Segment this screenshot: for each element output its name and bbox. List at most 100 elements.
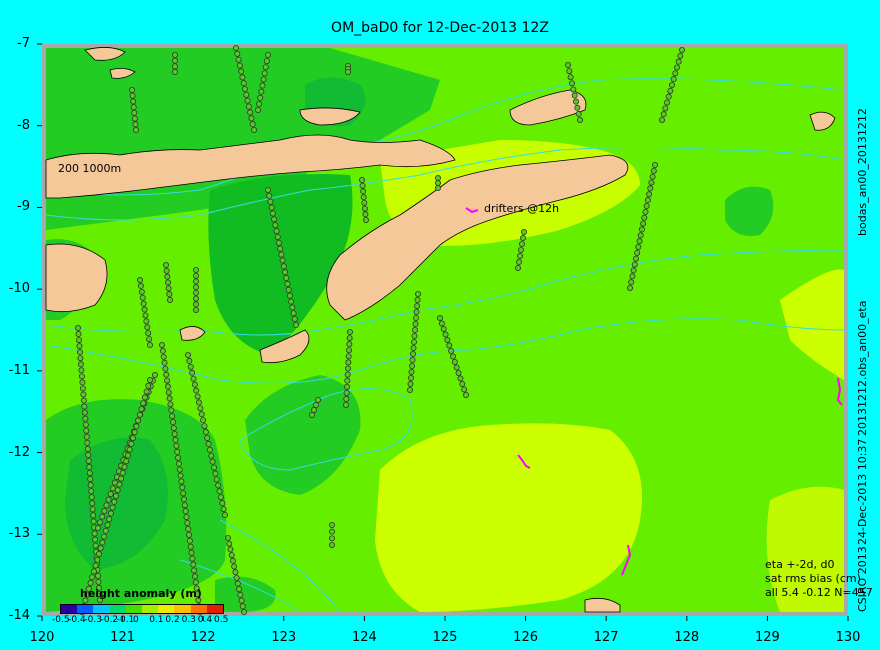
observation-point xyxy=(310,406,317,413)
observation-point xyxy=(232,569,239,576)
y-tick-label: -12 xyxy=(8,444,30,460)
observation-point xyxy=(240,609,247,616)
observation-point xyxy=(636,238,643,245)
observation-point xyxy=(80,397,87,404)
observation-point xyxy=(145,382,152,389)
observation-point xyxy=(76,349,83,356)
observation-point xyxy=(345,359,352,366)
observation-point xyxy=(81,403,88,410)
observation-point xyxy=(92,542,99,549)
observation-point xyxy=(175,454,182,461)
stats-line3: all 5.4 -0.12 N=457 xyxy=(765,586,873,599)
observation-point xyxy=(237,591,244,598)
observation-point xyxy=(262,64,269,71)
observation-point xyxy=(129,92,136,99)
y-tick-label: -7 xyxy=(17,36,30,51)
observation-point xyxy=(640,220,647,227)
x-tick-label: 124 xyxy=(351,630,377,645)
observation-point xyxy=(142,312,149,319)
observation-point xyxy=(250,127,257,134)
y-tick-label: -8 xyxy=(17,117,30,133)
observation-point xyxy=(647,185,654,192)
observation-point xyxy=(90,518,97,525)
observation-point xyxy=(277,245,284,252)
observation-point xyxy=(131,429,138,436)
isobath-label: 200 1000m xyxy=(58,162,122,175)
observation-point xyxy=(124,452,131,459)
observation-point xyxy=(308,411,315,418)
observation-point xyxy=(279,257,286,264)
colorbar-tick-label: 0.2 xyxy=(165,615,180,625)
observation-point xyxy=(283,275,290,282)
observation-point xyxy=(85,457,92,464)
observation-point xyxy=(268,204,275,211)
colorbar-segment xyxy=(174,605,191,613)
observation-point xyxy=(343,395,350,402)
observation-point xyxy=(410,338,417,345)
observation-point xyxy=(675,58,682,65)
observation-point xyxy=(665,93,672,100)
observation-point xyxy=(238,68,245,75)
observation-point xyxy=(328,542,335,549)
observation-point xyxy=(123,458,130,465)
observation-point xyxy=(409,356,416,363)
observation-point xyxy=(444,336,451,343)
observation-point xyxy=(638,226,645,233)
observation-point xyxy=(409,350,416,357)
observation-point xyxy=(434,174,441,181)
observation-point xyxy=(192,278,199,285)
observation-point xyxy=(176,466,183,473)
observation-point xyxy=(273,228,280,235)
observation-point xyxy=(116,481,123,488)
observation-point xyxy=(344,377,351,384)
observation-point xyxy=(628,279,635,286)
observation-point xyxy=(184,351,191,358)
observation-point xyxy=(291,316,298,323)
observation-point xyxy=(212,470,219,477)
observation-point xyxy=(264,52,271,59)
observation-point xyxy=(266,192,273,199)
observation-point xyxy=(434,184,441,191)
observation-point xyxy=(567,74,574,81)
x-tick-label: 122 xyxy=(190,630,216,645)
observation-point xyxy=(191,573,198,580)
observation-point xyxy=(202,429,209,436)
observation-point xyxy=(414,296,421,303)
observation-point xyxy=(263,58,270,65)
x-tick-label: 121 xyxy=(110,630,135,645)
observation-point xyxy=(328,522,335,529)
observation-point xyxy=(292,321,299,328)
observation-point xyxy=(229,557,236,564)
observation-point xyxy=(190,375,197,382)
observation-point xyxy=(189,555,196,562)
observation-point xyxy=(632,255,639,262)
observation-point xyxy=(102,527,109,534)
observation-point xyxy=(345,347,352,354)
observation-point xyxy=(634,249,641,256)
observation-point xyxy=(99,539,106,546)
observation-point xyxy=(132,127,139,134)
observation-point xyxy=(191,381,198,388)
observation-point xyxy=(236,586,243,593)
observation-point xyxy=(290,310,297,317)
x-tick-label: 123 xyxy=(271,630,297,645)
observation-point xyxy=(272,222,279,229)
observation-point xyxy=(173,442,180,449)
observation-point xyxy=(434,179,441,186)
colorbar-tick-label: -0.3 xyxy=(84,615,102,625)
x-tick-label: 128 xyxy=(674,630,700,645)
observation-point xyxy=(192,579,199,586)
observation-point xyxy=(565,62,572,69)
observation-point xyxy=(189,369,196,376)
observation-point xyxy=(193,387,200,394)
observation-point xyxy=(577,117,584,124)
colorbar-tick-label: 0.4 xyxy=(197,615,213,625)
colorbar-segment xyxy=(158,605,175,613)
observation-point xyxy=(77,355,84,362)
observation-point xyxy=(192,272,199,279)
observation-point xyxy=(175,460,182,467)
observation-point xyxy=(178,478,185,485)
observation-point xyxy=(258,88,265,95)
map-plot[interactable] xyxy=(0,0,880,650)
label-date: 24-Dec-2013 10:37 xyxy=(856,438,869,545)
